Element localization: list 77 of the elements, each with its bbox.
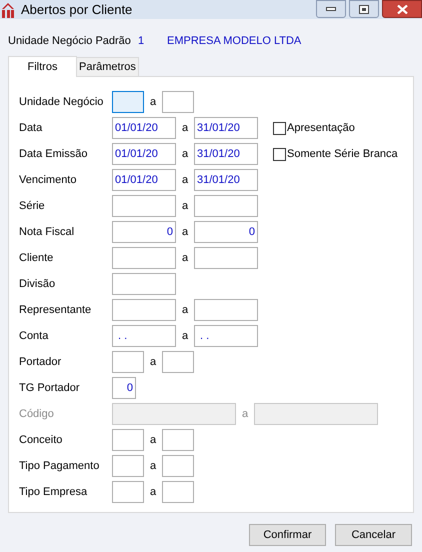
input-field[interactable] <box>112 299 176 321</box>
field-label: Portador <box>19 354 62 370</box>
range-separator: a <box>148 432 158 448</box>
input-field[interactable] <box>194 247 258 269</box>
close-icon <box>396 4 408 14</box>
range-separator: a <box>180 224 190 240</box>
input-field[interactable] <box>112 247 176 269</box>
input-field[interactable]: 01/01/20 <box>112 143 176 165</box>
field-label: Unidade Negócio <box>19 94 104 110</box>
input-field[interactable]: 31/01/20 <box>194 169 258 191</box>
input-field[interactable]: 0 <box>194 221 258 243</box>
dialog-button[interactable]: Confirmar <box>249 524 326 546</box>
app-logo-icon <box>1 2 15 18</box>
checkbox[interactable] <box>273 148 286 160</box>
input-field[interactable]: 0 <box>112 377 136 399</box>
input-field[interactable]: 01/01/20 <box>112 169 176 191</box>
range-separator: a <box>180 198 190 214</box>
input-field[interactable] <box>162 455 194 477</box>
range-separator: a <box>180 120 190 136</box>
input-field[interactable] <box>162 351 194 373</box>
field-label: Código <box>19 406 55 422</box>
input-field[interactable] <box>162 429 194 451</box>
tab[interactable]: Parâmetros <box>77 57 139 76</box>
input-field[interactable] <box>112 481 144 503</box>
minimize-button[interactable] <box>316 0 346 18</box>
maximize-button[interactable] <box>349 0 379 18</box>
field-label: Nota Fiscal <box>19 224 76 240</box>
input-field[interactable] <box>194 195 258 217</box>
minimize-icon <box>326 7 336 11</box>
field-label: Data <box>19 120 44 136</box>
input-field[interactable] <box>112 91 144 113</box>
input-field[interactable] <box>194 299 258 321</box>
field-label: Tipo Pagamento <box>19 458 100 474</box>
range-separator: a <box>180 250 190 266</box>
range-separator: a <box>240 406 250 422</box>
field-label: Data Emissão <box>19 146 88 162</box>
input-field[interactable] <box>112 195 176 217</box>
range-separator: a <box>148 458 158 474</box>
field-label: Série <box>19 198 46 214</box>
input-field[interactable] <box>112 273 176 295</box>
company-name: EMPRESA MODELO LTDA <box>167 34 302 49</box>
input-field[interactable] <box>162 91 194 113</box>
maximize-icon <box>359 4 369 14</box>
window-title: Abertos por Cliente <box>21 0 132 19</box>
input-field[interactable]: . . <box>194 325 258 347</box>
range-separator: a <box>148 484 158 500</box>
range-separator: a <box>180 328 190 344</box>
field-label: Divisão <box>19 276 56 292</box>
field-label: Conta <box>19 328 50 344</box>
range-separator: a <box>148 94 158 110</box>
field-label: Tipo Empresa <box>19 484 88 500</box>
input-field[interactable]: 31/01/20 <box>194 143 258 165</box>
checkbox-label: Apresentação <box>287 120 355 136</box>
input-field[interactable]: . . <box>112 325 176 347</box>
field-label: Conceito <box>19 432 64 448</box>
range-separator: a <box>180 302 190 318</box>
range-separator: a <box>180 146 190 162</box>
dialog-button[interactable]: Cancelar <box>335 524 412 546</box>
range-separator: a <box>148 354 158 370</box>
input-field[interactable] <box>112 429 144 451</box>
input-field[interactable] <box>112 351 144 373</box>
close-button[interactable] <box>382 0 422 18</box>
field-label: Vencimento <box>19 172 78 188</box>
input-field[interactable]: 0 <box>112 221 176 243</box>
checkbox-label: Somente Série Branca <box>287 146 398 162</box>
input-field[interactable]: 01/01/20 <box>112 117 176 139</box>
field-label: TG Portador <box>19 380 81 396</box>
input-field[interactable] <box>162 481 194 503</box>
field-label: Representante <box>19 302 92 318</box>
input-field[interactable] <box>112 455 144 477</box>
field-label: Cliente <box>19 250 54 266</box>
checkbox[interactable] <box>273 122 286 134</box>
tab[interactable]: Filtros <box>8 56 77 77</box>
unit-code: 1 <box>138 34 146 49</box>
range-separator: a <box>180 172 190 188</box>
header-label: Unidade Negócio Padrão <box>8 34 132 49</box>
input-field[interactable]: 31/01/20 <box>194 117 258 139</box>
